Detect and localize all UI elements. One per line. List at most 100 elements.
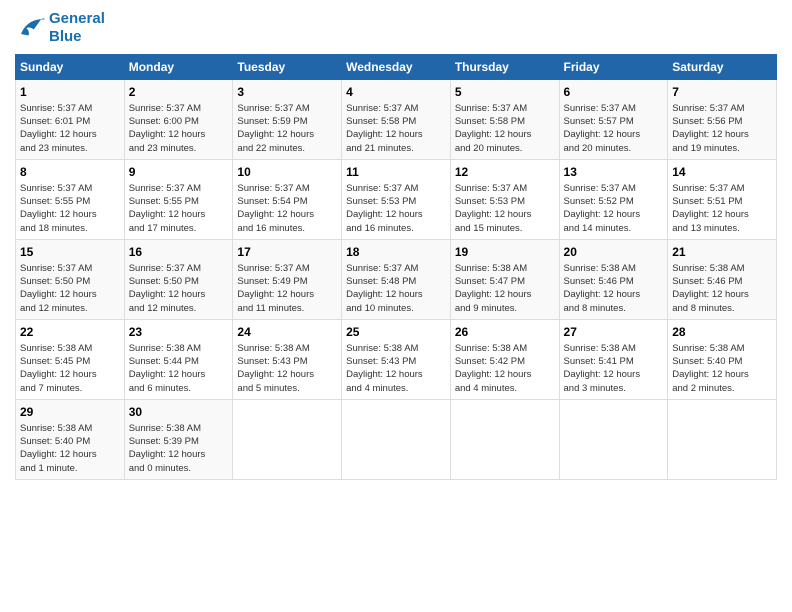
calendar-cell bbox=[233, 399, 342, 479]
cell-info: Sunrise: 5:37 AM Sunset: 5:52 PM Dayligh… bbox=[564, 182, 664, 235]
day-number: 17 bbox=[237, 244, 337, 261]
cell-info: Sunrise: 5:38 AM Sunset: 5:47 PM Dayligh… bbox=[455, 262, 555, 315]
week-row-3: 15 Sunrise: 5:37 AM Sunset: 5:50 PM Dayli… bbox=[16, 239, 777, 319]
day-number: 21 bbox=[672, 244, 772, 261]
day-number: 14 bbox=[672, 164, 772, 181]
day-number: 25 bbox=[346, 324, 446, 341]
cell-info: Sunrise: 5:38 AM Sunset: 5:46 PM Dayligh… bbox=[672, 262, 772, 315]
calendar-cell: 20Sunrise: 5:38 AM Sunset: 5:46 PM Dayli… bbox=[559, 239, 668, 319]
cell-info: Sunrise: 5:37 AM Sunset: 5:48 PM Dayligh… bbox=[346, 262, 446, 315]
calendar-cell: 29Sunrise: 5:38 AM Sunset: 5:40 PM Dayli… bbox=[16, 399, 125, 479]
header-thursday: Thursday bbox=[450, 55, 559, 80]
day-number: 9 bbox=[129, 164, 229, 181]
cell-info: Sunrise: 5:37 AM Sunset: 5:50 PM Dayligh… bbox=[129, 262, 229, 315]
calendar-header-row: SundayMondayTuesdayWednesdayThursdayFrid… bbox=[16, 55, 777, 80]
calendar-cell: 16Sunrise: 5:37 AM Sunset: 5:50 PM Dayli… bbox=[124, 239, 233, 319]
day-number: 4 bbox=[346, 84, 446, 101]
week-row-5: 29Sunrise: 5:38 AM Sunset: 5:40 PM Dayli… bbox=[16, 399, 777, 479]
day-number: 3 bbox=[237, 84, 337, 101]
cell-info: Sunrise: 5:38 AM Sunset: 5:40 PM Dayligh… bbox=[20, 422, 120, 475]
day-number: 10 bbox=[237, 164, 337, 181]
calendar-cell: 5Sunrise: 5:37 AM Sunset: 5:58 PM Daylig… bbox=[450, 80, 559, 160]
calendar-cell: 27Sunrise: 5:38 AM Sunset: 5:41 PM Dayli… bbox=[559, 319, 668, 399]
calendar-cell: 30Sunrise: 5:38 AM Sunset: 5:39 PM Dayli… bbox=[124, 399, 233, 479]
header-tuesday: Tuesday bbox=[233, 55, 342, 80]
day-number: 15 bbox=[20, 244, 120, 261]
day-number: 6 bbox=[564, 84, 664, 101]
cell-info: Sunrise: 5:37 AM Sunset: 5:57 PM Dayligh… bbox=[564, 102, 664, 155]
cell-info: Sunrise: 5:37 AM Sunset: 5:54 PM Dayligh… bbox=[237, 182, 337, 235]
day-number: 27 bbox=[564, 324, 664, 341]
cell-info: Sunrise: 5:38 AM Sunset: 5:39 PM Dayligh… bbox=[129, 422, 229, 475]
cell-info: Sunrise: 5:37 AM Sunset: 5:59 PM Dayligh… bbox=[237, 102, 337, 155]
cell-info: Sunrise: 5:38 AM Sunset: 5:41 PM Dayligh… bbox=[564, 342, 664, 395]
calendar-cell: 9Sunrise: 5:37 AM Sunset: 5:55 PM Daylig… bbox=[124, 159, 233, 239]
calendar-cell: 15Sunrise: 5:37 AM Sunset: 5:50 PM Dayli… bbox=[16, 239, 125, 319]
calendar-cell: 18Sunrise: 5:37 AM Sunset: 5:48 PM Dayli… bbox=[342, 239, 451, 319]
day-number: 5 bbox=[455, 84, 555, 101]
cell-info: Sunrise: 5:37 AM Sunset: 5:55 PM Dayligh… bbox=[129, 182, 229, 235]
calendar-cell: 3Sunrise: 5:37 AM Sunset: 5:59 PM Daylig… bbox=[233, 80, 342, 160]
day-number: 24 bbox=[237, 324, 337, 341]
day-number: 18 bbox=[346, 244, 446, 261]
calendar-cell bbox=[559, 399, 668, 479]
cell-info: Sunrise: 5:37 AM Sunset: 5:58 PM Dayligh… bbox=[455, 102, 555, 155]
day-number: 20 bbox=[564, 244, 664, 261]
day-number: 23 bbox=[129, 324, 229, 341]
calendar-cell: 25Sunrise: 5:38 AM Sunset: 5:43 PM Dayli… bbox=[342, 319, 451, 399]
calendar-cell bbox=[668, 399, 777, 479]
calendar-cell: 4Sunrise: 5:37 AM Sunset: 5:58 PM Daylig… bbox=[342, 80, 451, 160]
calendar-cell: 28Sunrise: 5:38 AM Sunset: 5:40 PM Dayli… bbox=[668, 319, 777, 399]
calendar-cell: 8Sunrise: 5:37 AM Sunset: 5:55 PM Daylig… bbox=[16, 159, 125, 239]
calendar-cell: 11Sunrise: 5:37 AM Sunset: 5:53 PM Dayli… bbox=[342, 159, 451, 239]
calendar-cell bbox=[450, 399, 559, 479]
week-row-2: 8 Sunrise: 5:37 AM Sunset: 5:55 PM Daylig… bbox=[16, 159, 777, 239]
day-number: 30 bbox=[129, 404, 229, 421]
header-monday: Monday bbox=[124, 55, 233, 80]
calendar-cell: 7Sunrise: 5:37 AM Sunset: 5:56 PM Daylig… bbox=[668, 80, 777, 160]
calendar-cell: 22Sunrise: 5:38 AM Sunset: 5:45 PM Dayli… bbox=[16, 319, 125, 399]
header-row: General Blue bbox=[15, 10, 777, 46]
day-number: 19 bbox=[455, 244, 555, 261]
cell-info: Sunrise: 5:38 AM Sunset: 5:46 PM Dayligh… bbox=[564, 262, 664, 315]
calendar-cell: 6Sunrise: 5:37 AM Sunset: 5:57 PM Daylig… bbox=[559, 80, 668, 160]
calendar-cell: 2Sunrise: 5:37 AM Sunset: 6:00 PM Daylig… bbox=[124, 80, 233, 160]
week-row-4: 22Sunrise: 5:38 AM Sunset: 5:45 PM Dayli… bbox=[16, 319, 777, 399]
calendar-cell bbox=[342, 399, 451, 479]
cell-info: Sunrise: 5:37 AM Sunset: 5:51 PM Dayligh… bbox=[672, 182, 772, 235]
calendar-cell: 19Sunrise: 5:38 AM Sunset: 5:47 PM Dayli… bbox=[450, 239, 559, 319]
calendar-cell: 17Sunrise: 5:37 AM Sunset: 5:49 PM Dayli… bbox=[233, 239, 342, 319]
calendar-cell: 13Sunrise: 5:37 AM Sunset: 5:52 PM Dayli… bbox=[559, 159, 668, 239]
cell-info: Sunrise: 5:38 AM Sunset: 5:45 PM Dayligh… bbox=[20, 342, 120, 395]
cell-info: Sunrise: 5:37 AM Sunset: 5:53 PM Dayligh… bbox=[346, 182, 446, 235]
day-number: 8 bbox=[20, 164, 120, 181]
day-number: 13 bbox=[564, 164, 664, 181]
calendar-cell: 14Sunrise: 5:37 AM Sunset: 5:51 PM Dayli… bbox=[668, 159, 777, 239]
page-container: General Blue SundayMondayTuesdayWednesda… bbox=[0, 0, 792, 490]
logo-icon bbox=[15, 13, 45, 43]
calendar-cell: 10Sunrise: 5:37 AM Sunset: 5:54 PM Dayli… bbox=[233, 159, 342, 239]
cell-info: Sunrise: 5:38 AM Sunset: 5:43 PM Dayligh… bbox=[237, 342, 337, 395]
calendar-cell: 24Sunrise: 5:38 AM Sunset: 5:43 PM Dayli… bbox=[233, 319, 342, 399]
cell-info: Sunrise: 5:38 AM Sunset: 5:40 PM Dayligh… bbox=[672, 342, 772, 395]
calendar-cell: 23Sunrise: 5:38 AM Sunset: 5:44 PM Dayli… bbox=[124, 319, 233, 399]
calendar-table: SundayMondayTuesdayWednesdayThursdayFrid… bbox=[15, 54, 777, 480]
cell-info: Sunrise: 5:37 AM Sunset: 6:00 PM Dayligh… bbox=[129, 102, 229, 155]
day-number: 1 bbox=[20, 84, 120, 101]
day-number: 2 bbox=[129, 84, 229, 101]
day-number: 7 bbox=[672, 84, 772, 101]
logo-text: General Blue bbox=[49, 10, 105, 46]
calendar-cell: 1Sunrise: 5:37 AM Sunset: 6:01 PM Daylig… bbox=[16, 80, 125, 160]
day-number: 11 bbox=[346, 164, 446, 181]
calendar-cell: 26Sunrise: 5:38 AM Sunset: 5:42 PM Dayli… bbox=[450, 319, 559, 399]
logo: General Blue bbox=[15, 10, 105, 46]
calendar-cell: 12Sunrise: 5:37 AM Sunset: 5:53 PM Dayli… bbox=[450, 159, 559, 239]
cell-info: Sunrise: 5:37 AM Sunset: 5:53 PM Dayligh… bbox=[455, 182, 555, 235]
calendar-cell: 21Sunrise: 5:38 AM Sunset: 5:46 PM Dayli… bbox=[668, 239, 777, 319]
header-sunday: Sunday bbox=[16, 55, 125, 80]
header-friday: Friday bbox=[559, 55, 668, 80]
header-saturday: Saturday bbox=[668, 55, 777, 80]
day-number: 26 bbox=[455, 324, 555, 341]
header-wednesday: Wednesday bbox=[342, 55, 451, 80]
cell-info: Sunrise: 5:37 AM Sunset: 5:58 PM Dayligh… bbox=[346, 102, 446, 155]
